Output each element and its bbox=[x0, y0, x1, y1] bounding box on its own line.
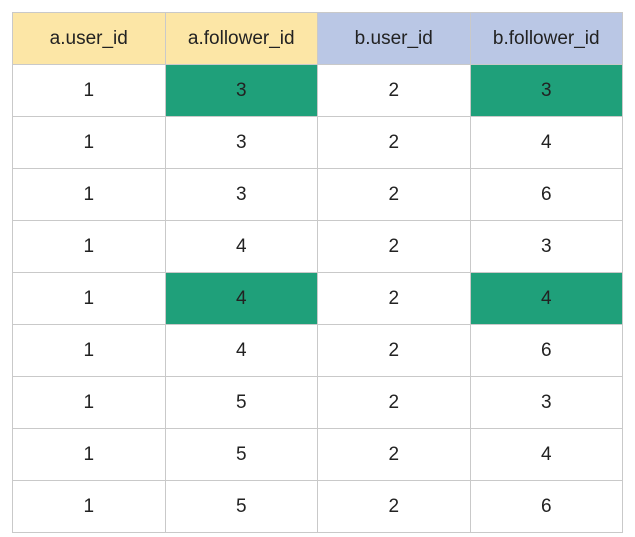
cell-a-follower-id: 5 bbox=[165, 481, 318, 533]
cell-b-user-id: 2 bbox=[318, 429, 471, 481]
cell-b-follower-id: 6 bbox=[470, 325, 623, 377]
cell-b-follower-id: 4 bbox=[470, 429, 623, 481]
table-header: a.user_id a.follower_id b.user_id b.foll… bbox=[13, 13, 623, 65]
cell-a-follower-id: 5 bbox=[165, 377, 318, 429]
col-header-b-user-id: b.user_id bbox=[318, 13, 471, 65]
cell-b-user-id: 2 bbox=[318, 65, 471, 117]
cell-b-follower-id: 3 bbox=[470, 377, 623, 429]
cell-b-user-id: 2 bbox=[318, 325, 471, 377]
cell-a-follower-id: 3 bbox=[165, 169, 318, 221]
col-header-b-follower-id: b.follower_id bbox=[470, 13, 623, 65]
cell-b-user-id: 2 bbox=[318, 481, 471, 533]
cell-b-follower-id: 3 bbox=[470, 221, 623, 273]
table-figure: a.user_id a.follower_id b.user_id b.foll… bbox=[0, 0, 635, 537]
cell-a-follower-id: 4 bbox=[165, 221, 318, 273]
cell-b-user-id: 2 bbox=[318, 169, 471, 221]
header-row: a.user_id a.follower_id b.user_id b.foll… bbox=[13, 13, 623, 65]
col-header-a-follower-id: a.follower_id bbox=[165, 13, 318, 65]
cell-a-follower-id: 3 bbox=[165, 117, 318, 169]
cell-a-user-id: 1 bbox=[13, 65, 166, 117]
cell-a-user-id: 1 bbox=[13, 169, 166, 221]
table-row: 1 5 2 6 bbox=[13, 481, 623, 533]
table-row: 1 5 2 4 bbox=[13, 429, 623, 481]
cell-a-follower-id: 4 bbox=[165, 273, 318, 325]
table-row: 1 4 2 4 bbox=[13, 273, 623, 325]
col-header-a-user-id: a.user_id bbox=[13, 13, 166, 65]
cell-b-follower-id: 4 bbox=[470, 273, 623, 325]
cell-a-user-id: 1 bbox=[13, 481, 166, 533]
cell-b-user-id: 2 bbox=[318, 117, 471, 169]
table-row: 1 3 2 4 bbox=[13, 117, 623, 169]
cell-b-user-id: 2 bbox=[318, 377, 471, 429]
cell-b-follower-id: 4 bbox=[470, 117, 623, 169]
cell-b-follower-id: 6 bbox=[470, 481, 623, 533]
table-row: 1 3 2 6 bbox=[13, 169, 623, 221]
table-body: 1 3 2 3 1 3 2 4 1 3 2 6 1 4 2 3 bbox=[13, 65, 623, 533]
cell-b-user-id: 2 bbox=[318, 221, 471, 273]
cell-a-follower-id: 5 bbox=[165, 429, 318, 481]
cell-a-user-id: 1 bbox=[13, 377, 166, 429]
cell-a-user-id: 1 bbox=[13, 429, 166, 481]
table-row: 1 4 2 3 bbox=[13, 221, 623, 273]
cell-a-user-id: 1 bbox=[13, 221, 166, 273]
cell-a-user-id: 1 bbox=[13, 117, 166, 169]
cell-b-follower-id: 3 bbox=[470, 65, 623, 117]
table-row: 1 3 2 3 bbox=[13, 65, 623, 117]
data-table: a.user_id a.follower_id b.user_id b.foll… bbox=[12, 12, 623, 533]
cell-a-user-id: 1 bbox=[13, 273, 166, 325]
table-row: 1 4 2 6 bbox=[13, 325, 623, 377]
table-row: 1 5 2 3 bbox=[13, 377, 623, 429]
cell-a-follower-id: 4 bbox=[165, 325, 318, 377]
cell-b-follower-id: 6 bbox=[470, 169, 623, 221]
cell-a-user-id: 1 bbox=[13, 325, 166, 377]
cell-b-user-id: 2 bbox=[318, 273, 471, 325]
cell-a-follower-id: 3 bbox=[165, 65, 318, 117]
